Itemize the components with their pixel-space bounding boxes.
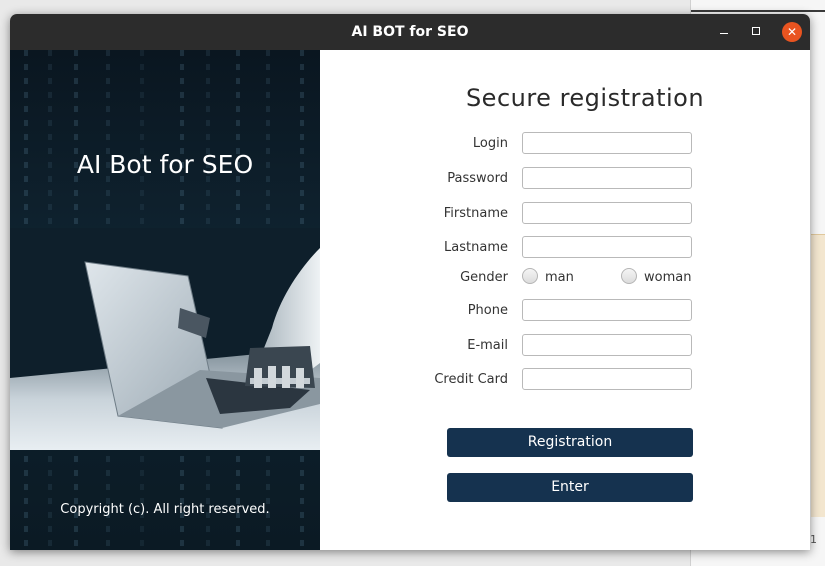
background-window-bar — [691, 10, 825, 12]
credit-card-input[interactable] — [522, 368, 692, 390]
banner-heading: AI Bot for SEO — [76, 150, 254, 179]
maximize-icon[interactable] — [747, 22, 767, 42]
background-window-panel — [811, 234, 825, 517]
email-input[interactable] — [522, 334, 692, 356]
credit-card-label: Credit Card — [434, 372, 508, 387]
close-icon[interactable]: ✕ — [782, 22, 802, 42]
gender-man-radio[interactable] — [522, 268, 538, 284]
firstname-label: Firstname — [443, 206, 508, 221]
password-label: Password — [447, 171, 508, 186]
login-input[interactable] — [522, 132, 692, 154]
firstname-input[interactable] — [522, 202, 692, 224]
login-label: Login — [472, 136, 508, 151]
gender-label: Gender — [460, 270, 508, 285]
title-bar[interactable]: AI BOT for SEO ✕ — [10, 14, 810, 50]
lastname-label: Lastname — [444, 240, 508, 255]
phone-input[interactable] — [522, 299, 692, 321]
copyright-text: Copyright (c). All right reserved. — [60, 502, 270, 517]
lastname-input[interactable] — [522, 236, 692, 258]
app-window: AI BOT for SEO ✕ AI Bot for SEO Copyrigh… — [10, 14, 810, 550]
window-title: AI BOT for SEO — [351, 24, 469, 40]
gender-woman-radio[interactable] — [621, 268, 637, 284]
gender-man-label[interactable]: man — [545, 270, 574, 285]
password-input[interactable] — [522, 167, 692, 189]
form-title: Secure registration — [465, 84, 705, 112]
robot-laptop-image — [10, 228, 320, 450]
gender-row: Gender man woman — [320, 266, 720, 290]
registration-button[interactable]: Registration — [447, 428, 693, 457]
minimize-icon[interactable] — [714, 22, 734, 42]
enter-button[interactable]: Enter — [447, 473, 693, 502]
email-label: E-mail — [467, 338, 508, 353]
gender-woman-label[interactable]: woman — [644, 270, 691, 285]
left-banner: AI Bot for SEO Copyright (c). All right … — [10, 50, 320, 550]
background-window-text: 1 — [810, 533, 817, 546]
phone-label: Phone — [467, 303, 508, 318]
